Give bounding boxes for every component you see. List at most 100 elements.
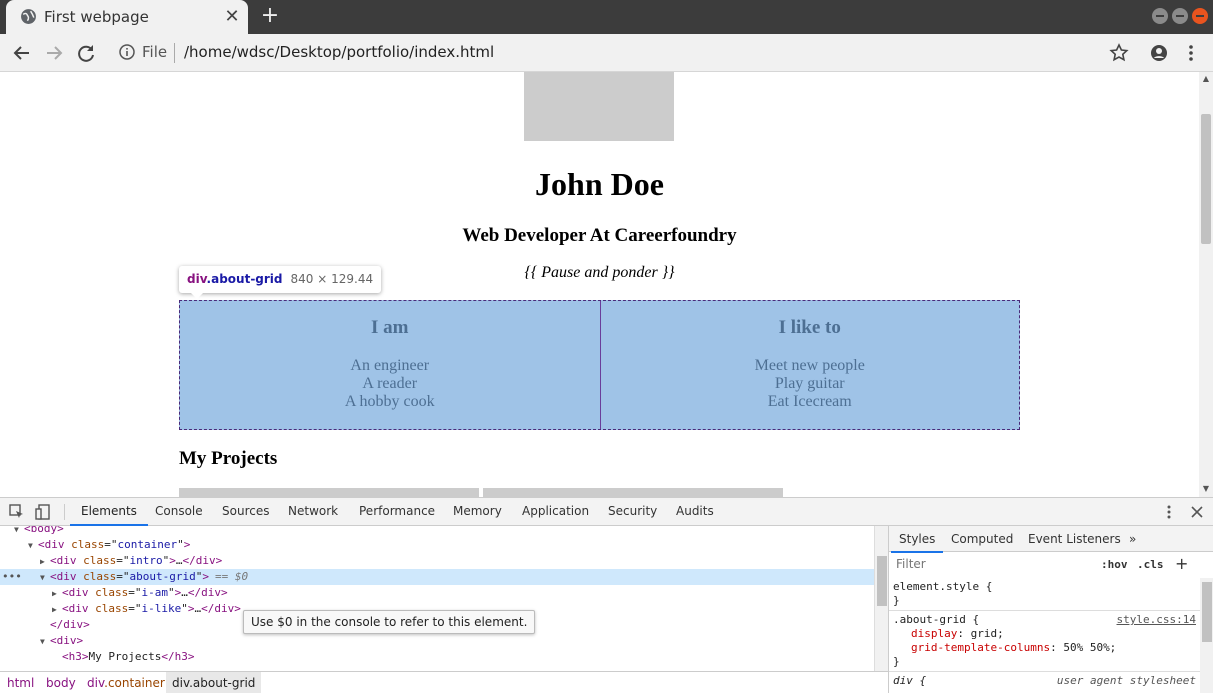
new-style-rule-icon[interactable]: + [1175,554,1188,573]
devtools-panel: Elements Console Sources Network Perform… [0,497,1213,693]
dom-node-h3[interactable]: <h3>My Projects</h3> [0,649,874,665]
kebab-menu-icon [1189,45,1193,61]
about-grid-highlight[interactable]: I am An engineer A reader A hobby cook I… [179,300,1020,430]
tab-performance[interactable]: Performance [359,504,435,518]
inspect-element-icon[interactable] [8,503,26,521]
tab-title: First webpage [44,8,149,26]
style-rule-about-grid[interactable]: .about-grid {style.css:14 display: grid;… [889,611,1200,672]
page-subtitle: Web Developer At Careerfoundry [462,225,737,246]
more-tabs-chevron-icon[interactable]: » [1129,532,1136,546]
device-toolbar-icon[interactable] [34,503,52,521]
stylesheet-link[interactable]: style.css:14 [1117,613,1196,627]
devtools-divider [64,504,65,520]
console-hint-tooltip: Use $0 in the console to refer to this e… [243,610,536,634]
account-icon [1151,45,1167,61]
devtools-menu-icon[interactable] [1160,503,1178,521]
projects-heading: My Projects [179,448,278,469]
style-rules-list: element.style { } .about-grid {style.css… [889,578,1200,690]
style-rule-element[interactable]: element.style { } [889,578,1200,611]
project-thumbnail[interactable] [179,488,479,497]
dom-node-div[interactable]: ▼ <div> [0,633,874,649]
tab-elements[interactable]: Elements [70,504,148,526]
close-window-button[interactable] [1192,8,1208,24]
elements-scrollbar[interactable] [874,526,888,671]
close-devtools-icon[interactable] [1188,503,1206,521]
tooltip-class: .about-grid [206,272,283,286]
url-separator [174,43,175,63]
browser-tab-strip: First webpage ✕ + [0,0,1213,34]
dom-node-container[interactable]: ▼ <div class="container"> [0,537,874,553]
address-bar[interactable]: /home/wdsc/Desktop/portfolio/index.html [184,43,494,61]
scrollbar-thumb[interactable] [877,556,887,606]
breadcrumb-container[interactable]: div.container [87,676,165,690]
styles-tab-bar: Styles Computed Event Listeners » [889,526,1213,553]
tab-styles[interactable]: Styles [890,532,944,553]
star-icon [1109,43,1129,62]
close-tab-icon[interactable]: ✕ [222,7,242,27]
tab-sources[interactable]: Sources [222,504,269,518]
browser-tab[interactable]: First webpage ✕ [6,0,248,34]
back-button[interactable] [10,41,34,65]
i-like-column: I like to Meet new people Play guitar Ea… [599,301,1020,429]
breadcrumb-about-grid[interactable]: div.about-grid [166,672,262,693]
style-rule-user-agent[interactable]: div {user agent stylesheet [889,672,1200,690]
page-scrollbar[interactable]: ▲ ▼ [1199,72,1213,497]
i-like-item: Meet new people [754,357,865,374]
globe-icon [21,9,36,24]
info-icon[interactable] [118,43,136,61]
profile-button[interactable] [1147,41,1171,65]
tooltip-tag: div [187,272,207,286]
hover-state-toggle[interactable]: :hov [1101,558,1128,571]
dom-node-body[interactable]: ▼ <body> [0,526,874,537]
tooltip-dimensions: 840 × 129.44 [290,272,374,286]
styles-scrollbar[interactable] [1200,578,1213,693]
project-thumbnail[interactable] [483,488,783,497]
devtools-tab-bar: Elements Console Sources Network Perform… [0,498,1213,526]
arrow-right-icon [47,46,63,60]
dom-breadcrumb: html body div.container div.about-grid [0,671,888,693]
i-am-item: A hobby cook [344,393,435,410]
node-actions-ellipsis-icon[interactable]: ••• [2,569,22,585]
profile-image-placeholder [524,72,674,141]
new-tab-button[interactable]: + [258,4,282,28]
styles-sidebar: Styles Computed Event Listeners » :hov .… [888,526,1213,693]
elements-tree: ▼ <body> ▼ <div class="container"> ▶ <div c… [0,526,874,671]
reload-icon [78,45,94,62]
maximize-window-button[interactable] [1172,8,1188,24]
tab-memory[interactable]: Memory [453,504,502,518]
scrollbar-thumb[interactable] [1201,114,1211,244]
i-like-item: Eat Icecream [767,393,852,410]
arrow-left-icon [13,46,29,60]
styles-filter-input[interactable] [891,553,1090,575]
minimize-window-button[interactable] [1152,8,1168,24]
browser-toolbar: File /home/wdsc/Desktop/portfolio/index.… [0,34,1213,72]
class-toggle[interactable]: .cls [1137,558,1164,571]
i-like-heading: I like to [778,317,841,338]
i-am-item: An engineer [350,357,430,374]
tab-computed[interactable]: Computed [951,532,1013,546]
dom-node-intro[interactable]: ▶ <div class="intro">…</div> [0,553,874,569]
bookmark-star-button[interactable] [1107,41,1131,65]
page-viewport: John Doe Web Developer At Careerfoundry … [0,72,1199,497]
scroll-up-arrow-icon[interactable]: ▲ [1202,74,1210,83]
tab-network[interactable]: Network [288,504,338,518]
forward-button[interactable] [42,41,66,65]
i-am-column: I am An engineer A reader A hobby cook [180,301,600,429]
scrollbar-thumb[interactable] [1202,582,1212,642]
reload-button[interactable] [74,41,98,65]
dom-node-i-am[interactable]: ▶ <div class="i-am">…</div> [0,585,874,601]
i-am-item: A reader [362,375,418,392]
tab-console[interactable]: Console [155,504,203,518]
dom-node-about-grid-selected[interactable]: ••• ▼ <div class="about-grid"> == $0 [0,569,874,585]
page-title: John Doe [535,166,664,202]
browser-menu-button[interactable] [1179,41,1203,65]
breadcrumb-html[interactable]: html [7,676,34,690]
scroll-down-arrow-icon[interactable]: ▼ [1202,484,1210,493]
tab-application[interactable]: Application [522,504,589,518]
tab-audits[interactable]: Audits [676,504,714,518]
i-am-heading: I am [371,317,409,338]
tab-event-listeners[interactable]: Event Listeners [1028,532,1121,546]
tab-security[interactable]: Security [608,504,657,518]
url-scheme-label: File [142,43,168,61]
breadcrumb-body[interactable]: body [46,676,76,690]
